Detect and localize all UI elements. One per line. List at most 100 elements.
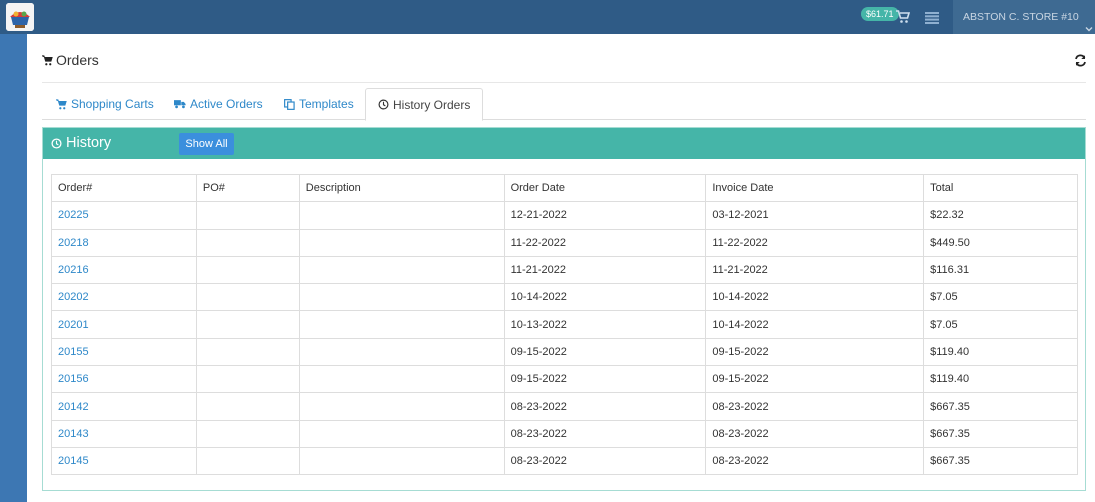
history-panel-header: History Show All	[43, 128, 1085, 159]
tab-templates[interactable]: Templates	[284, 88, 354, 120]
order-number-link[interactable]: 20216	[51, 255, 197, 285]
description-cell	[298, 365, 505, 394]
description-header: Description	[298, 173, 505, 203]
invoice-date-cell: 11-22-2022	[705, 228, 925, 257]
total-cell: $667.35	[923, 392, 1078, 421]
invoice-date-cell: 08-23-2022	[705, 446, 925, 476]
po-number-cell	[195, 365, 300, 394]
invoice-date-cell: 10-14-2022	[705, 310, 925, 339]
order-date-cell: 11-22-2022	[503, 228, 707, 257]
tab-label: Active Orders	[190, 97, 263, 111]
table-row: 20155 09-15-2022 09-15-2022 $119.40	[51, 337, 1078, 367]
header-divider	[42, 82, 1086, 83]
total-cell: $7.05	[923, 310, 1078, 339]
order-number-link[interactable]: 20145	[51, 446, 197, 476]
order-number-link[interactable]: 20225	[51, 201, 197, 230]
description-cell	[298, 392, 505, 421]
tab-shopping-carts[interactable]: Shopping Carts	[56, 88, 154, 120]
po-number-cell	[195, 283, 300, 312]
order-date-cell: 10-14-2022	[503, 283, 707, 312]
tab-label: History Orders	[393, 97, 471, 112]
tab-history-orders[interactable]: History Orders	[365, 88, 484, 121]
table-row: 20143 08-23-2022 08-23-2022 $667.35	[51, 419, 1078, 448]
table-header-row: Order# PO# Description Order Date Invoice Da…	[51, 173, 1078, 203]
table-body: 20225 12-21-2022 03-12-2021 $22.32 20218 11-2…	[51, 201, 1078, 476]
description-cell	[298, 446, 505, 476]
shopping-cart-icon[interactable]	[896, 10, 911, 24]
invoice-date-cell: 09-15-2022	[705, 337, 925, 367]
po-number-cell	[195, 419, 300, 448]
history-panel: History Show All Order# PO# Description Ord…	[42, 127, 1086, 491]
total-cell: $7.05	[923, 283, 1078, 312]
description-cell	[298, 283, 505, 312]
po-number-cell	[195, 201, 300, 230]
order-date-cell: 10-13-2022	[503, 310, 707, 339]
shopping-cart-icon	[42, 54, 53, 65]
order-date-cell: 08-23-2022	[503, 392, 707, 421]
po-number-cell	[195, 310, 300, 339]
po-number-cell	[195, 392, 300, 421]
orders-tabs: Shopping Carts Active Orders Templates H…	[42, 88, 1086, 121]
table-row: 20201 10-13-2022 10-14-2022 $7.05	[51, 310, 1078, 339]
user-account-label: ABSTON C. STORE #10	[963, 11, 1079, 23]
order-number-header: Order#	[51, 173, 197, 203]
tab-active-orders[interactable]: Active Orders	[174, 88, 263, 120]
order-number-link[interactable]: 20201	[51, 310, 197, 339]
po-number-cell	[195, 446, 300, 476]
description-cell	[298, 310, 505, 339]
refresh-icon[interactable]	[1074, 54, 1087, 67]
top-navbar: $61.71 ABSTON C. STORE #10	[0, 0, 1095, 34]
invoice-date-cell: 08-23-2022	[705, 392, 925, 421]
shopping-cart-icon	[56, 98, 67, 109]
order-number-link[interactable]: 20156	[51, 365, 197, 394]
tab-label: Templates	[299, 97, 354, 111]
po-number-cell	[195, 255, 300, 285]
description-cell	[298, 419, 505, 448]
store-logo[interactable]	[6, 3, 34, 31]
table-row: 20218 11-22-2022 11-22-2022 $449.50	[51, 228, 1078, 257]
history-title-text: History	[66, 135, 112, 151]
po-number-header: PO#	[195, 173, 300, 203]
clock-icon	[378, 99, 389, 110]
invoice-date-cell: 10-14-2022	[705, 283, 925, 312]
description-cell	[298, 337, 505, 367]
chevron-down-icon	[1085, 13, 1093, 32]
total-cell: $119.40	[923, 337, 1078, 367]
truck-icon	[174, 100, 186, 109]
order-number-link[interactable]: 20218	[51, 228, 197, 257]
table-row: 20156 09-15-2022 09-15-2022 $119.40	[51, 365, 1078, 394]
page-title: Orders	[42, 52, 99, 68]
list-menu-icon[interactable]	[925, 11, 939, 24]
total-cell: $119.40	[923, 365, 1078, 394]
order-date-cell: 09-15-2022	[503, 365, 707, 394]
invoice-date-cell: 11-21-2022	[705, 255, 925, 285]
order-date-cell: 08-23-2022	[503, 419, 707, 448]
description-cell	[298, 255, 505, 285]
order-number-link[interactable]: 20143	[51, 419, 197, 448]
description-cell	[298, 228, 505, 257]
order-number-link[interactable]: 20202	[51, 283, 197, 312]
invoice-date-cell: 03-12-2021	[705, 201, 925, 230]
table-row: 20216 11-21-2022 11-21-2022 $116.31	[51, 255, 1078, 285]
order-date-cell: 12-21-2022	[503, 201, 707, 230]
order-date-cell: 11-21-2022	[503, 255, 707, 285]
total-cell: $449.50	[923, 228, 1078, 257]
show-all-button[interactable]: Show All	[179, 133, 234, 155]
table-row: 20202 10-14-2022 10-14-2022 $7.05	[51, 283, 1078, 312]
total-cell: $116.31	[923, 255, 1078, 285]
order-number-link[interactable]: 20155	[51, 337, 197, 367]
cart-total-badge[interactable]: $61.71	[861, 7, 899, 21]
total-cell: $22.32	[923, 201, 1078, 230]
copy-icon	[284, 98, 295, 110]
user-account-menu[interactable]: ABSTON C. STORE #10	[953, 0, 1095, 34]
description-cell	[298, 201, 505, 230]
table-row: 20142 08-23-2022 08-23-2022 $667.35	[51, 392, 1078, 421]
total-cell: $667.35	[923, 446, 1078, 476]
tab-label: Shopping Carts	[71, 97, 154, 111]
page-title-text: Orders	[56, 52, 99, 68]
history-orders-table: Order# PO# Description Order Date Invoice Da…	[51, 173, 1078, 476]
table-row: 20225 12-21-2022 03-12-2021 $22.32	[51, 201, 1078, 230]
table-row: 20145 08-23-2022 08-23-2022 $667.35	[51, 446, 1078, 476]
invoice-date-header: Invoice Date	[705, 173, 925, 203]
order-number-link[interactable]: 20142	[51, 392, 197, 421]
